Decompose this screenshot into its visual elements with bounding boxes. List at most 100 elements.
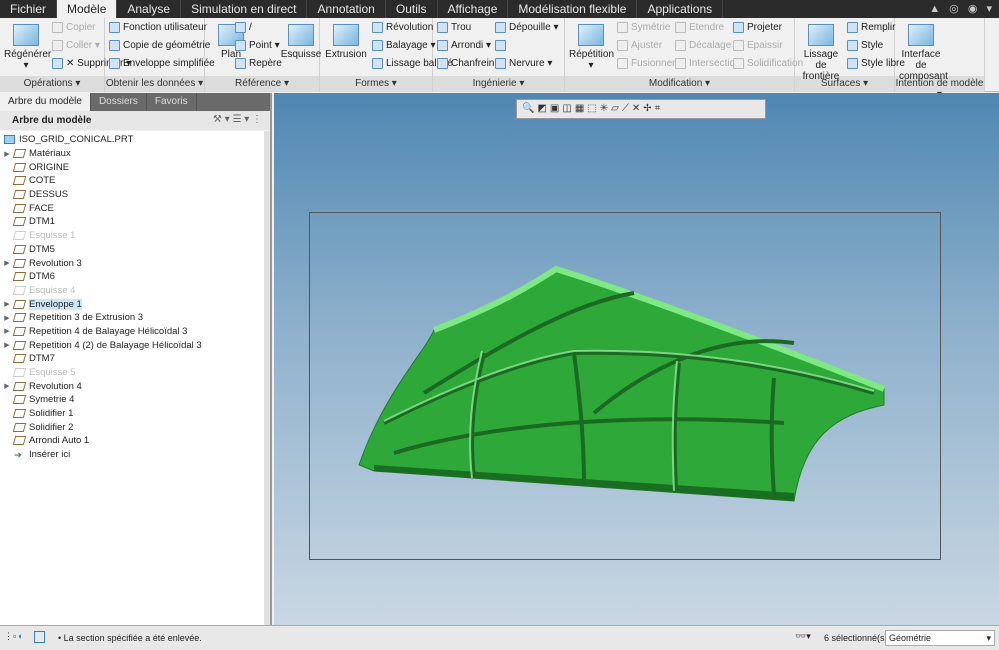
ribbon-button[interactable]: Dépouille ▾	[495, 22, 559, 33]
tab-2[interactable]: Analyse	[117, 0, 182, 18]
tab-7[interactable]: Modélisation flexible	[508, 0, 638, 18]
ribbon-button[interactable]: Remplir	[847, 22, 895, 33]
ribbon-button-icon	[437, 22, 448, 33]
ribbon-button[interactable]	[495, 40, 509, 51]
feature-icon	[12, 162, 27, 172]
ribbon-button-label: Remplir	[861, 22, 896, 33]
ribbon-group-label[interactable]: Obtenir les données ▾	[105, 76, 204, 92]
ribbon-button[interactable]: Repère	[235, 58, 282, 69]
tree-item[interactable]: FACE	[0, 201, 264, 215]
expand-arrow-icon[interactable]: ▶	[0, 382, 14, 390]
status-tree-icon[interactable]: ⋮▫	[4, 631, 16, 642]
find-binoculars-icon[interactable]: 👓▾	[795, 631, 811, 642]
tree-scrollbar[interactable]	[264, 131, 270, 625]
tab-4[interactable]: Annotation	[307, 0, 386, 18]
ribbon-button[interactable]: Révolution	[372, 22, 433, 33]
ribbon-button: Copier	[52, 22, 95, 33]
ribbon-button[interactable]: Enveloppe simplifiée	[109, 58, 215, 69]
ribbon-button-label: Enveloppe simplifiée	[123, 58, 215, 69]
tab-6[interactable]: Affichage	[438, 0, 509, 18]
ribbon-button-label: Esquisse	[280, 49, 322, 60]
status-message: • La section spécifiée a été enlevée.	[58, 633, 202, 643]
ribbon-tabs: Fichier Modèle Analyse Simulation en direct…	[0, 0, 999, 18]
ribbon-button[interactable]: Chanfrein ▾	[437, 58, 502, 69]
tab-1[interactable]: Modèle	[57, 0, 118, 18]
ribbon-group-label[interactable]: Ingénierie ▾	[433, 76, 564, 92]
model-3d[interactable]	[274, 93, 999, 625]
ribbon-button[interactable]: Style	[847, 40, 883, 51]
ribbon-group-label[interactable]: Référence ▾	[205, 76, 319, 92]
tab-0[interactable]: Fichier	[0, 0, 58, 18]
selection-filter-select[interactable]: Géométrie ▾	[885, 630, 995, 646]
ribbon-button[interactable]: Balayage ▾	[372, 40, 436, 51]
tree-item[interactable]: ▶ Matériaux	[0, 147, 264, 161]
tree-item[interactable]: ▶ Repetition 4 de Balayage Hélicoïdal 3	[0, 325, 264, 339]
expand-arrow-icon[interactable]: ▶	[0, 341, 14, 349]
ribbon-button-icon	[495, 40, 506, 51]
tree-item[interactable]: Solidifier 2	[0, 420, 264, 434]
tree-item-label: COTE	[29, 175, 56, 187]
ribbon-group-label[interactable]: Formes ▾	[320, 76, 432, 92]
ribbon-button[interactable]: Point ▾	[235, 40, 280, 51]
feature-icon	[12, 299, 27, 309]
tree-item-label: DTM5	[29, 243, 55, 255]
tree-item[interactable]: Arrondi Auto 1	[0, 434, 264, 448]
insert-arrow-icon: ➜	[14, 450, 22, 462]
ribbon-button[interactable]: Copie de géométrie	[109, 40, 210, 51]
tree-item[interactable]: Symetrie 4	[0, 393, 264, 407]
ribbon-button[interactable]: Projeter	[733, 22, 782, 33]
tree-item[interactable]: Esquisse 5	[0, 366, 264, 380]
expand-arrow-icon[interactable]: ▶	[0, 300, 14, 308]
feature-icon	[12, 217, 27, 227]
tab-3[interactable]: Simulation en direct	[181, 0, 308, 18]
tree-item[interactable]: Esquisse 4	[0, 284, 264, 298]
ribbon-big-button[interactable]: Régénérer ▾	[4, 24, 51, 71]
tree-item[interactable]: DTM7	[0, 352, 264, 366]
ribbon-big-button[interactable]: Lissage de frontière	[799, 24, 843, 82]
tree-item[interactable]: ▶ Revolution 4	[0, 379, 264, 393]
ribbon-button[interactable]: /	[235, 22, 252, 33]
expand-arrow-icon[interactable]: ▶	[0, 314, 14, 322]
ribbon-group-label[interactable]: Opérations ▾	[0, 76, 104, 92]
ribbon-big-button[interactable]: Répétition ▾	[569, 24, 614, 71]
window-help-icons[interactable]: ▲ ◎ ◉ ▾	[929, 2, 995, 15]
ribbon-big-button[interactable]: Extrusion	[324, 24, 368, 60]
tree-item[interactable]: COTE	[0, 174, 264, 188]
tree-item[interactable]: ORIGINE	[0, 160, 264, 174]
ribbon-big-button[interactable]: Esquisse	[279, 24, 323, 60]
left-tab-1[interactable]: Dossiers	[91, 93, 147, 111]
tree-item[interactable]: ▶ Repetition 4 (2) de Balayage Hélicoïdal…	[0, 338, 264, 352]
expand-arrow-icon[interactable]: ▶	[0, 150, 14, 158]
tab-8[interactable]: Applications	[637, 0, 724, 18]
tree-item[interactable]: DTM6	[0, 270, 264, 284]
status-browser-icon[interactable]: ◐	[18, 631, 23, 641]
tree-item[interactable]: ➜ Insérer ici	[0, 448, 264, 462]
ribbon-button-label: /	[249, 22, 252, 33]
graphics-viewport[interactable]: 🔍 ◩ ▣ ◫ ▦ ⬚ ✳ ▱ ⟋ ✕ ✢ ⌗	[274, 93, 999, 625]
tab-5[interactable]: Outils	[386, 0, 438, 18]
left-tab-0[interactable]: Arbre du modèle	[0, 93, 91, 111]
ribbon-button: Intersection	[675, 58, 741, 69]
tree-item[interactable]: Esquisse 1	[0, 229, 264, 243]
tree-item-label: Repetition 4 (2) de Balayage Hélicoïdal …	[29, 339, 202, 351]
tree-item[interactable]: ▶ Repetition 3 de Extrusion 3	[0, 311, 264, 325]
tree-item[interactable]: ▶ Revolution 3	[0, 256, 264, 270]
ribbon-group-label[interactable]: Modification ▾	[565, 76, 794, 92]
tree-item[interactable]: DESSUS	[0, 188, 264, 202]
ribbon-button[interactable]: Arrondi ▾	[437, 40, 491, 51]
tree-item[interactable]: ▶ Enveloppe 1	[0, 297, 264, 311]
status-fullscreen-icon[interactable]	[34, 631, 45, 643]
ribbon-big-button[interactable]: Interface de composant	[899, 24, 948, 82]
expand-arrow-icon[interactable]: ▶	[0, 259, 14, 267]
tree-item[interactable]: DTM1	[0, 215, 264, 229]
ribbon-button[interactable]: Nervure ▾	[495, 58, 552, 69]
tree-item[interactable]: Solidifier 1	[0, 407, 264, 421]
expand-arrow-icon[interactable]: ▶	[0, 327, 14, 335]
tree-item[interactable]: ISO_GRID_CONICAL.PRT	[0, 133, 264, 147]
left-tab-2[interactable]: Favoris	[147, 93, 197, 111]
ribbon-button[interactable]: Trou	[437, 22, 471, 33]
ribbon-button-label: Dépouille ▾	[509, 22, 559, 33]
ribbon-button[interactable]: Fonction utilisateur	[109, 22, 207, 33]
tree-item[interactable]: DTM5	[0, 243, 264, 257]
tree-settings-icon[interactable]: ⚒ ▾ ☰ ▾ ⋮	[213, 114, 262, 125]
